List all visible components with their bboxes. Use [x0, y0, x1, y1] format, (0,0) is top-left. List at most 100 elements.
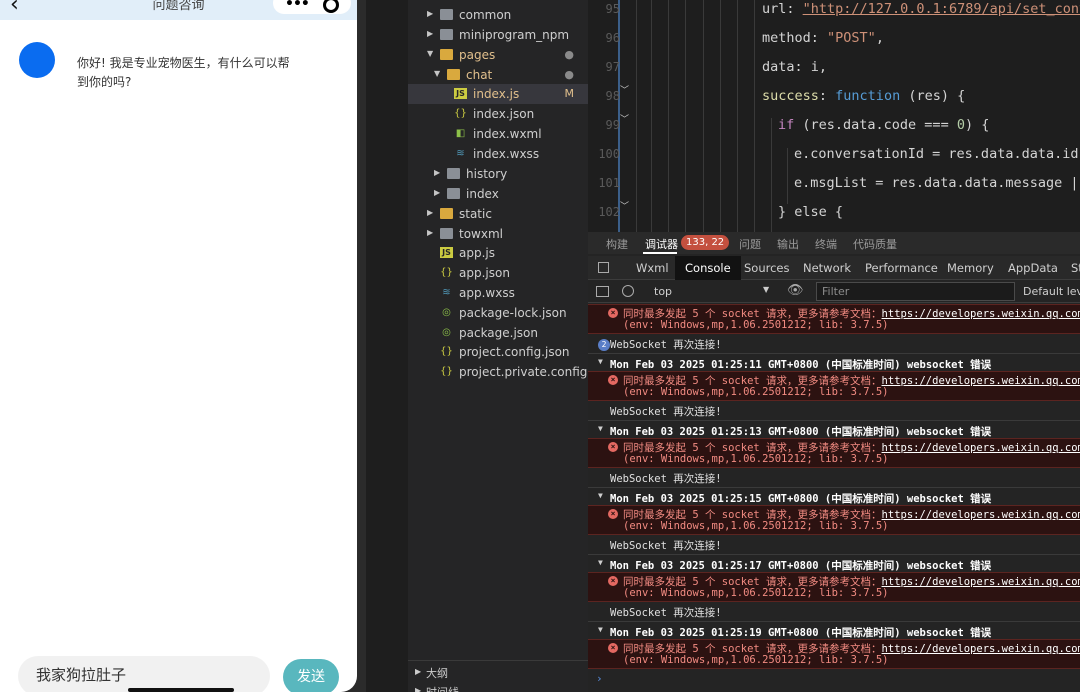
more-dots-icon[interactable]: •••: [285, 0, 310, 12]
console-group[interactable]: ▼ Mon Feb 03 2025 01:25:13 GMT+0800 (中国标…: [588, 420, 1080, 438]
tab-console[interactable]: Console: [675, 256, 741, 280]
tab-sources[interactable]: Sources: [744, 261, 790, 275]
chevron-down-icon[interactable]: ▼: [598, 357, 603, 366]
error-env: (env: Windows,mp,1.06.2501212; lib: 3.7.…: [623, 587, 889, 599]
tree-item-label: package-lock.json: [459, 306, 567, 320]
tab-appdata[interactable]: AppData: [1008, 261, 1058, 275]
modified-dot: ●: [564, 48, 574, 61]
tree-item-history[interactable]: ▶ history: [408, 164, 588, 184]
context-selector[interactable]: top: [654, 285, 672, 298]
chevron-down-icon[interactable]: ▼: [598, 625, 603, 634]
chevron-down-icon[interactable]: ▼: [598, 424, 603, 433]
chevron-down-icon[interactable]: ▼: [598, 491, 603, 500]
close-circle-icon[interactable]: [323, 0, 339, 13]
tab-output[interactable]: 输出: [777, 236, 799, 252]
chevron-right-icon[interactable]: ▶: [427, 208, 433, 217]
tab-terminal[interactable]: 终端: [815, 236, 837, 252]
console-group[interactable]: ▼ Mon Feb 03 2025 01:25:11 GMT+0800 (中国标…: [588, 353, 1080, 371]
tree-item-miniprogram-npm[interactable]: ▶ miniprogram_npm: [408, 25, 588, 45]
console-group[interactable]: ▼ Mon Feb 03 2025 01:25:17 GMT+0800 (中国标…: [588, 554, 1080, 572]
error-env: (env: Windows,mp,1.06.2501212; lib: 3.7.…: [623, 386, 889, 398]
fold-chevron-icon[interactable]: ﹀: [620, 112, 629, 125]
tree-item-chat[interactable]: ▼ chat ●: [408, 65, 588, 85]
folder-icon: [447, 168, 460, 179]
chevron-right-icon[interactable]: ▶: [434, 188, 440, 197]
tab-performance[interactable]: Performance: [865, 261, 938, 275]
filter-input[interactable]: Filter: [816, 282, 1015, 301]
tree-item-static[interactable]: ▶ static: [408, 204, 588, 224]
inspect-element-icon[interactable]: [598, 262, 609, 273]
tab-problems[interactable]: 问题: [739, 236, 761, 252]
tree-item-index-js[interactable]: JS index.js M: [408, 84, 588, 104]
tree-item-index-wxss[interactable]: ≋ index.wxss: [408, 144, 588, 164]
chevron-down-icon[interactable]: ▼: [434, 69, 440, 78]
docs-link[interactable]: https://developers.weixin.qq.com/: [882, 375, 1080, 387]
tab-memory[interactable]: Memory: [947, 261, 994, 275]
docs-link[interactable]: https://developers.weixin.qq.com/: [882, 308, 1080, 320]
tree-item-project-config-json[interactable]: {} project.config.json: [408, 342, 588, 362]
outline-section[interactable]: ▶ 大纲 ▶ 时间线: [408, 660, 588, 692]
tab-storage[interactable]: St: [1071, 261, 1080, 275]
chevron-down-icon[interactable]: ▼: [598, 558, 603, 567]
clear-console-icon[interactable]: [622, 285, 634, 297]
tab-code-quality[interactable]: 代码质量: [853, 236, 897, 252]
tree-item-common[interactable]: ▶ common: [408, 5, 588, 25]
tab-network[interactable]: Network: [803, 261, 851, 275]
docs-link[interactable]: https://developers.weixin.qq.com/: [882, 509, 1080, 521]
tree-item-towxml[interactable]: ▶ towxml: [408, 224, 588, 244]
code-line-102: } else {: [778, 204, 843, 220]
tab-wxml[interactable]: Wxml: [636, 261, 669, 275]
capsule-menu[interactable]: •••: [273, 0, 351, 14]
chevron-right-icon[interactable]: ▶: [427, 29, 433, 38]
chevron-down-icon[interactable]: ▼: [427, 49, 433, 58]
code-line-100: e.conversationId = res.data.data.id: [794, 146, 1078, 162]
tree-item-app-js[interactable]: JS app.js: [408, 243, 588, 263]
phone-screen: ‹ 问题咨询 ••• 你好! 我是专业宠物医生，有什么可以帮到你的吗? 我家狗拉…: [0, 0, 357, 692]
console-group[interactable]: ▼ Mon Feb 03 2025 01:25:19 GMT+0800 (中国标…: [588, 621, 1080, 639]
timeline-label[interactable]: 时间线: [426, 684, 459, 692]
console-prompt[interactable]: ›: [596, 672, 603, 685]
tree-item-label: history: [466, 167, 508, 181]
fold-chevron-icon[interactable]: ﹀: [620, 83, 629, 96]
eye-icon[interactable]: 👁: [787, 283, 804, 298]
chevron-right-icon[interactable]: ▶: [427, 228, 433, 237]
message-input[interactable]: 我家狗拉肚子: [18, 656, 270, 692]
tree-item-app-json[interactable]: {} app.json: [408, 263, 588, 283]
code-token-url[interactable]: "http://127.0.0.1:6789/api/set_conv: [803, 1, 1080, 17]
log-text: WebSocket 再次连接!: [610, 339, 722, 351]
send-button[interactable]: 发送: [283, 659, 339, 692]
fold-chevron-icon[interactable]: ﹀: [620, 199, 629, 212]
tree-item-project-private-config[interactable]: {} project.private.config.js...: [408, 362, 588, 382]
chevron-right-icon[interactable]: ▶: [434, 168, 440, 177]
docs-link[interactable]: https://developers.weixin.qq.com/: [882, 576, 1080, 588]
tree-item-label: pages: [459, 48, 496, 62]
docs-link[interactable]: https://developers.weixin.qq.com/: [882, 442, 1080, 454]
console-group[interactable]: ▼ Mon Feb 03 2025 01:25:15 GMT+0800 (中国标…: [588, 487, 1080, 505]
outline-label[interactable]: 大纲: [426, 665, 448, 681]
group-title: Mon Feb 03 2025 01:25:17 GMT+0800 (中国标准时…: [610, 560, 992, 572]
tree-item-index-wxml[interactable]: ◧ index.wxml: [408, 124, 588, 144]
chevron-right-icon[interactable]: ▶: [427, 9, 433, 18]
code-editor[interactable]: 95 96 97 98 99 100 101 102 ﹀ ﹀ ﹀ url: "h…: [588, 0, 1080, 232]
log-levels-dropdown[interactable]: Default levels: [1023, 285, 1080, 298]
tab-build[interactable]: 构建: [606, 236, 628, 252]
tree-item-label: index.wxss: [473, 147, 540, 161]
tree-item-pages[interactable]: ▼ pages ●: [408, 45, 588, 65]
tree-item-index[interactable]: ▶ index: [408, 184, 588, 204]
folder-icon: [447, 188, 460, 199]
error-env: (env: Windows,mp,1.06.2501212; lib: 3.7.…: [623, 453, 889, 465]
tree-item-package-lock-json[interactable]: ◎ package-lock.json: [408, 303, 588, 323]
chevron-right-icon[interactable]: ▶: [415, 686, 421, 692]
group-title: Mon Feb 03 2025 01:25:19 GMT+0800 (中国标准时…: [610, 627, 992, 639]
indent-guide: [668, 0, 669, 232]
docs-link[interactable]: https://developers.weixin.qq.com/: [882, 643, 1080, 655]
tree-item-package-json[interactable]: ◎ package.json: [408, 323, 588, 343]
chevron-right-icon[interactable]: ▶: [415, 667, 421, 676]
tab-debugger[interactable]: 调试器: [645, 236, 678, 252]
sidebar-toggle-icon[interactable]: [596, 286, 609, 297]
active-tab-underline: [643, 252, 677, 254]
chevron-down-icon[interactable]: ▼: [763, 285, 769, 294]
tree-item-app-wxss[interactable]: ≋ app.wxss: [408, 283, 588, 303]
group-title: Mon Feb 03 2025 01:25:13 GMT+0800 (中国标准时…: [610, 426, 992, 438]
tree-item-index-json[interactable]: {} index.json: [408, 104, 588, 124]
